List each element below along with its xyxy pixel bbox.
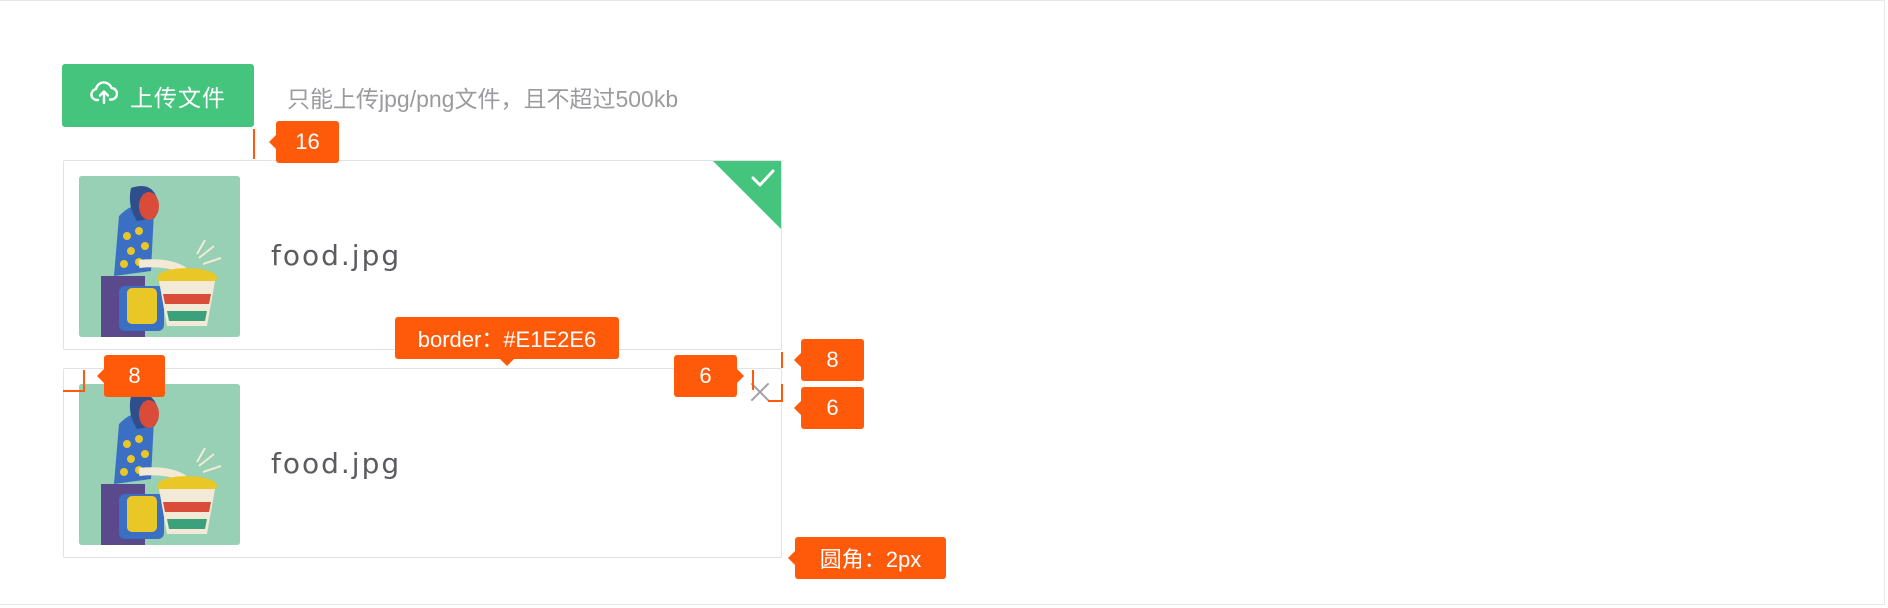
annotation-text: 16 bbox=[295, 129, 320, 154]
annotation-padding-8: 8 bbox=[97, 355, 165, 397]
upload-hint: 只能上传jpg/png文件，且不超过500kb bbox=[287, 86, 679, 112]
measure-line-6-right-tick bbox=[781, 384, 783, 402]
upload-button-label: 上传文件 bbox=[130, 84, 226, 111]
measure-line-8-left-tick bbox=[83, 370, 85, 392]
upload-cloud-icon bbox=[90, 80, 119, 111]
annotation-offset-6-top: 6 bbox=[674, 355, 744, 397]
annotation-text: 圆角：2px bbox=[819, 547, 922, 572]
measure-line-6-top bbox=[752, 370, 754, 390]
measure-line-8-gap bbox=[781, 352, 783, 368]
measure-line-8-left bbox=[63, 390, 83, 392]
check-icon bbox=[750, 168, 776, 193]
annotation-text: 6 bbox=[826, 395, 839, 420]
annotation-gap-8: 8 bbox=[794, 339, 864, 381]
file-name: food.jpg bbox=[271, 238, 402, 272]
annotation-text: 8 bbox=[128, 363, 141, 388]
annotation-radius: 圆角：2px bbox=[788, 537, 946, 579]
file-card[interactable]: food.jpg bbox=[63, 368, 782, 558]
upload-button[interactable]: 上传文件 bbox=[62, 64, 254, 127]
measure-line-6-right bbox=[768, 400, 782, 402]
file-name: food.jpg bbox=[271, 446, 402, 480]
annotation-offset-6-right: 6 bbox=[794, 387, 864, 429]
annotation-text: 8 bbox=[826, 347, 839, 372]
file-thumbnail bbox=[79, 384, 240, 545]
annotation-text: 6 bbox=[699, 363, 712, 388]
annotation-gap-16: 16 bbox=[269, 121, 339, 163]
measure-line-16 bbox=[253, 129, 255, 159]
annotation-border-color: border：#E1E2E6 bbox=[395, 317, 619, 366]
success-badge bbox=[712, 161, 781, 230]
annotation-text: border：#E1E2E6 bbox=[417, 327, 597, 352]
file-thumbnail bbox=[79, 176, 240, 337]
